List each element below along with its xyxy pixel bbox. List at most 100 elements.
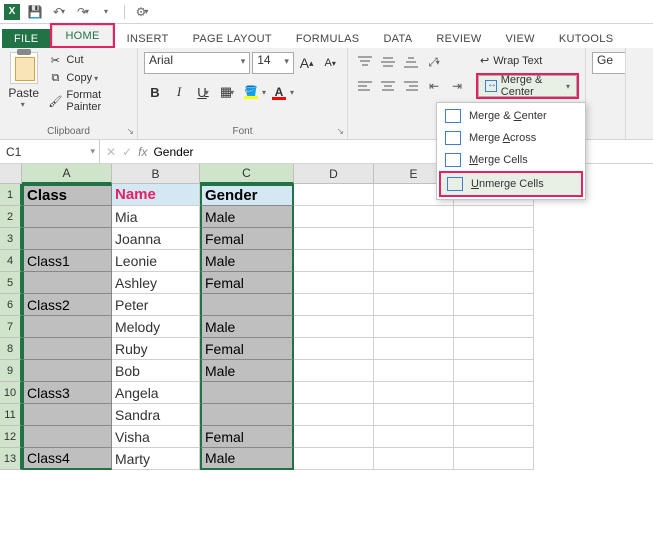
cell[interactable]	[22, 316, 112, 338]
dialog-launcher-icon[interactable]: ↘	[126, 126, 134, 137]
spreadsheet-grid[interactable]: A B C D E F 1 Class Name Gender 2 Mia Ma…	[0, 164, 653, 470]
tab-insert[interactable]: INSERT	[115, 29, 181, 48]
decrease-font-button[interactable]: A▾	[319, 52, 341, 74]
cell[interactable]	[200, 382, 294, 404]
cell[interactable]: Class3	[22, 382, 112, 404]
col-header-d[interactable]: D	[294, 164, 374, 184]
cell[interactable]	[374, 404, 454, 426]
enter-icon[interactable]: ✓	[122, 145, 132, 159]
cell[interactable]	[294, 250, 374, 272]
cell[interactable]	[294, 294, 374, 316]
cell[interactable]	[22, 338, 112, 360]
cell[interactable]: Femal	[200, 272, 294, 294]
wrap-text-button[interactable]: ↩ Wrap Text	[476, 52, 579, 69]
font-size-select[interactable]: 14	[252, 52, 294, 74]
cell[interactable]	[454, 294, 534, 316]
cell[interactable]	[294, 338, 374, 360]
align-bottom-button[interactable]	[400, 52, 422, 72]
copy-button[interactable]: ⧉ Copy ▾	[45, 70, 131, 86]
increase-font-button[interactable]: A▴	[296, 52, 318, 74]
format-painter-button[interactable]: 🖌 Format Painter	[45, 88, 131, 114]
cell[interactable]	[200, 294, 294, 316]
cancel-icon[interactable]: ✕	[106, 145, 116, 159]
cell[interactable]: Angela	[112, 382, 200, 404]
cell[interactable]	[294, 316, 374, 338]
cell[interactable]: Joanna	[112, 228, 200, 250]
tab-page-layout[interactable]: PAGE LAYOUT	[181, 29, 284, 48]
align-left-button[interactable]	[354, 76, 376, 96]
cell[interactable]	[374, 360, 454, 382]
row-header[interactable]: 13	[0, 448, 22, 470]
fill-color-button[interactable]: 🪣	[240, 81, 262, 103]
cell[interactable]: Femal	[200, 228, 294, 250]
cell[interactable]: Melody	[112, 316, 200, 338]
border-button[interactable]: ▦▾	[216, 81, 238, 103]
cell[interactable]: Femal	[200, 338, 294, 360]
cell[interactable]	[294, 184, 374, 206]
font-color-button[interactable]: A	[268, 81, 290, 103]
cell[interactable]	[200, 404, 294, 426]
cell[interactable]: Sandra	[112, 404, 200, 426]
cell[interactable]	[454, 228, 534, 250]
qat-customize[interactable]: ▾	[98, 3, 116, 21]
cell[interactable]	[22, 272, 112, 294]
select-all-corner[interactable]	[0, 164, 22, 184]
cell[interactable]	[294, 360, 374, 382]
fill-color-dropdown[interactable]: ▾	[262, 88, 266, 97]
cell[interactable]: Male	[200, 250, 294, 272]
menu-merge-across[interactable]: Merge Across	[439, 127, 583, 149]
cell[interactable]: Male	[200, 360, 294, 382]
cell[interactable]	[374, 316, 454, 338]
decrease-indent-button[interactable]: ⇤	[423, 76, 445, 96]
col-header-b[interactable]: B	[112, 164, 200, 184]
cell[interactable]	[374, 250, 454, 272]
font-family-select[interactable]: Arial	[144, 52, 250, 74]
tab-data[interactable]: DATA	[371, 29, 424, 48]
cell[interactable]	[454, 206, 534, 228]
fx-icon[interactable]: fx	[138, 145, 147, 159]
row-header[interactable]: 3	[0, 228, 22, 250]
cell[interactable]	[374, 228, 454, 250]
redo-button[interactable]: ↷▾	[74, 3, 92, 21]
cell[interactable]	[374, 206, 454, 228]
tab-review[interactable]: REVIEW	[424, 29, 493, 48]
cell[interactable]: Class2	[22, 294, 112, 316]
cell[interactable]: Peter	[112, 294, 200, 316]
align-center-button[interactable]	[377, 76, 399, 96]
align-right-button[interactable]	[400, 76, 422, 96]
merge-center-button[interactable]: Merge & Center ▾	[478, 75, 577, 97]
row-header[interactable]: 11	[0, 404, 22, 426]
cell[interactable]: Leonie	[112, 250, 200, 272]
align-top-button[interactable]	[354, 52, 376, 72]
cell[interactable]	[374, 272, 454, 294]
cell[interactable]: Mia	[112, 206, 200, 228]
cell[interactable]	[454, 404, 534, 426]
menu-merge-cells[interactable]: Merge Cells	[439, 149, 583, 171]
kutools-qat-icon[interactable]: ⚙▾	[133, 3, 151, 21]
tab-formulas[interactable]: FORMULAS	[284, 29, 372, 48]
cell[interactable]	[454, 316, 534, 338]
cell[interactable]: Class1	[22, 250, 112, 272]
row-header[interactable]: 5	[0, 272, 22, 294]
cell[interactable]: Class4	[22, 448, 112, 470]
row-header[interactable]: 7	[0, 316, 22, 338]
underline-button[interactable]: U▾	[192, 81, 214, 103]
undo-button[interactable]: ↶▾	[50, 3, 68, 21]
col-header-a[interactable]: A	[22, 164, 112, 184]
cell[interactable]	[454, 426, 534, 448]
row-header[interactable]: 10	[0, 382, 22, 404]
cell[interactable]	[294, 228, 374, 250]
cell[interactable]	[22, 426, 112, 448]
cell-b1[interactable]: Name	[112, 184, 200, 206]
row-header[interactable]: 1	[0, 184, 22, 206]
number-format-select[interactable]: Ge	[592, 52, 626, 74]
align-middle-button[interactable]	[377, 52, 399, 72]
bold-button[interactable]: B	[144, 81, 166, 103]
cell[interactable]: Visha	[112, 426, 200, 448]
dialog-launcher-icon[interactable]: ↘	[336, 126, 344, 137]
tab-file[interactable]: FILE	[2, 29, 50, 48]
cell[interactable]	[294, 448, 374, 470]
cell[interactable]	[294, 426, 374, 448]
cell[interactable]	[454, 250, 534, 272]
cut-button[interactable]: ✂ Cut	[45, 52, 131, 68]
